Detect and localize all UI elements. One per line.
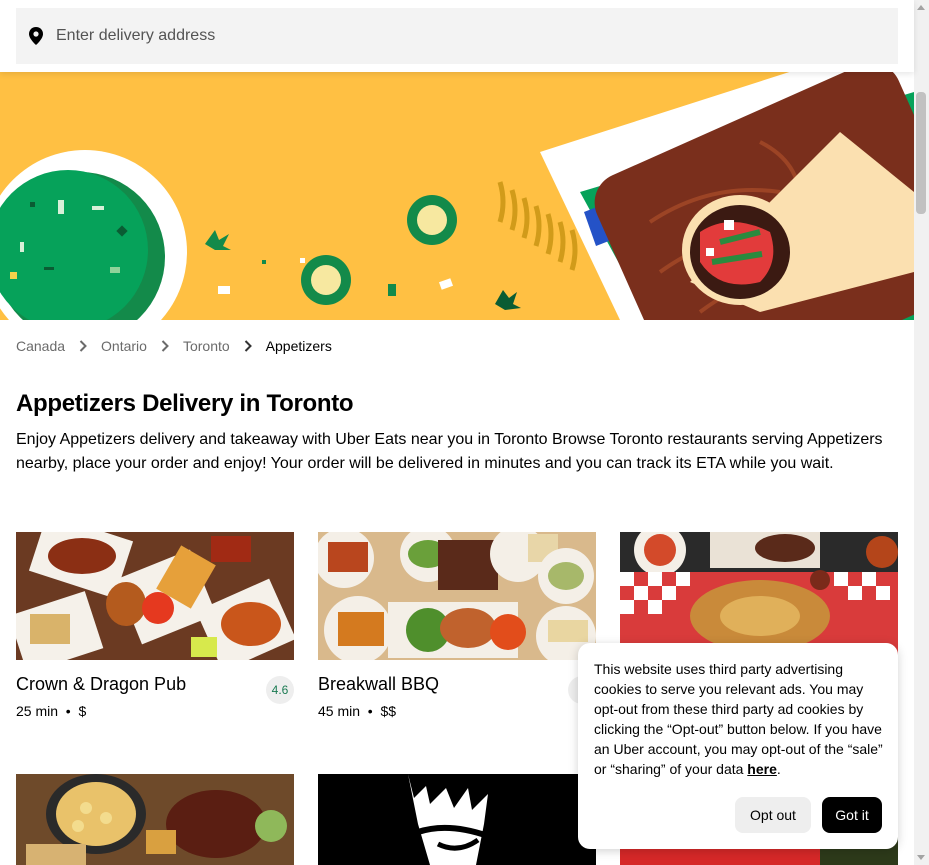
chevron-right-icon — [244, 340, 252, 352]
cookie-here-link[interactable]: here — [747, 761, 777, 777]
address-input[interactable] — [56, 27, 856, 45]
page-title: Appetizers Delivery in Toronto — [16, 390, 354, 417]
page-description: Enjoy Appetizers delivery and takeaway w… — [16, 431, 883, 472]
restaurant-card-4[interactable] — [16, 774, 294, 865]
price-level: $ — [78, 703, 87, 719]
delivery-time: 45 min — [318, 703, 361, 719]
delivery-time: 25 min — [16, 703, 59, 719]
restaurant-image — [16, 532, 294, 660]
restaurant-card-crown-dragon[interactable]: Crown & Dragon Pub 25 min • $ 4.6 — [16, 532, 294, 719]
price-level: $$ — [380, 703, 397, 719]
location-pin-icon — [16, 8, 56, 64]
delivery-address-search[interactable] — [16, 8, 898, 64]
restaurant-name: Breakwall BBQ — [318, 674, 440, 694]
scroll-down-icon[interactable] — [917, 855, 925, 860]
opt-out-button[interactable]: Opt out — [735, 797, 811, 833]
breadcrumb: Canada Ontario Toronto Appetizers — [16, 338, 332, 354]
restaurant-meta: 25 min • $ — [16, 703, 87, 719]
restaurant-card-3[interactable] — [620, 532, 898, 660]
breadcrumb-ontario[interactable]: Ontario — [101, 338, 147, 354]
restaurant-image — [16, 774, 294, 865]
page-scrollbar[interactable] — [914, 0, 929, 865]
chevron-right-icon — [161, 340, 169, 352]
breadcrumb-toronto[interactable]: Toronto — [183, 338, 230, 354]
hero-banner — [0, 72, 914, 320]
cookie-suffix: . — [776, 761, 781, 777]
scrollbar-thumb[interactable] — [916, 92, 926, 214]
restaurant-card-5[interactable] — [318, 774, 596, 865]
restaurant-meta: 45 min • $$ — [318, 703, 397, 719]
breadcrumb-appetizers: Appetizers — [265, 338, 332, 354]
breadcrumb-canada[interactable]: Canada — [16, 338, 65, 354]
got-it-button[interactable]: Got it — [822, 797, 882, 833]
cookie-consent-dialog: This website uses third party advertisin… — [578, 643, 898, 849]
chevron-right-icon — [79, 340, 87, 352]
restaurant-name: Crown & Dragon Pub — [16, 674, 187, 694]
cookie-text: This website uses third party advertisin… — [594, 661, 883, 777]
restaurant-image — [318, 532, 596, 660]
restaurant-image — [318, 774, 596, 865]
header — [0, 0, 914, 72]
scroll-up-icon[interactable] — [917, 5, 925, 10]
restaurant-card-breakwall-bbq[interactable]: Breakwall BBQ 45 min • $$ 4 — [318, 532, 596, 719]
restaurant-image — [620, 532, 898, 660]
rating-badge: 4.6 — [266, 676, 294, 704]
cookie-message: This website uses third party advertisin… — [594, 659, 884, 779]
